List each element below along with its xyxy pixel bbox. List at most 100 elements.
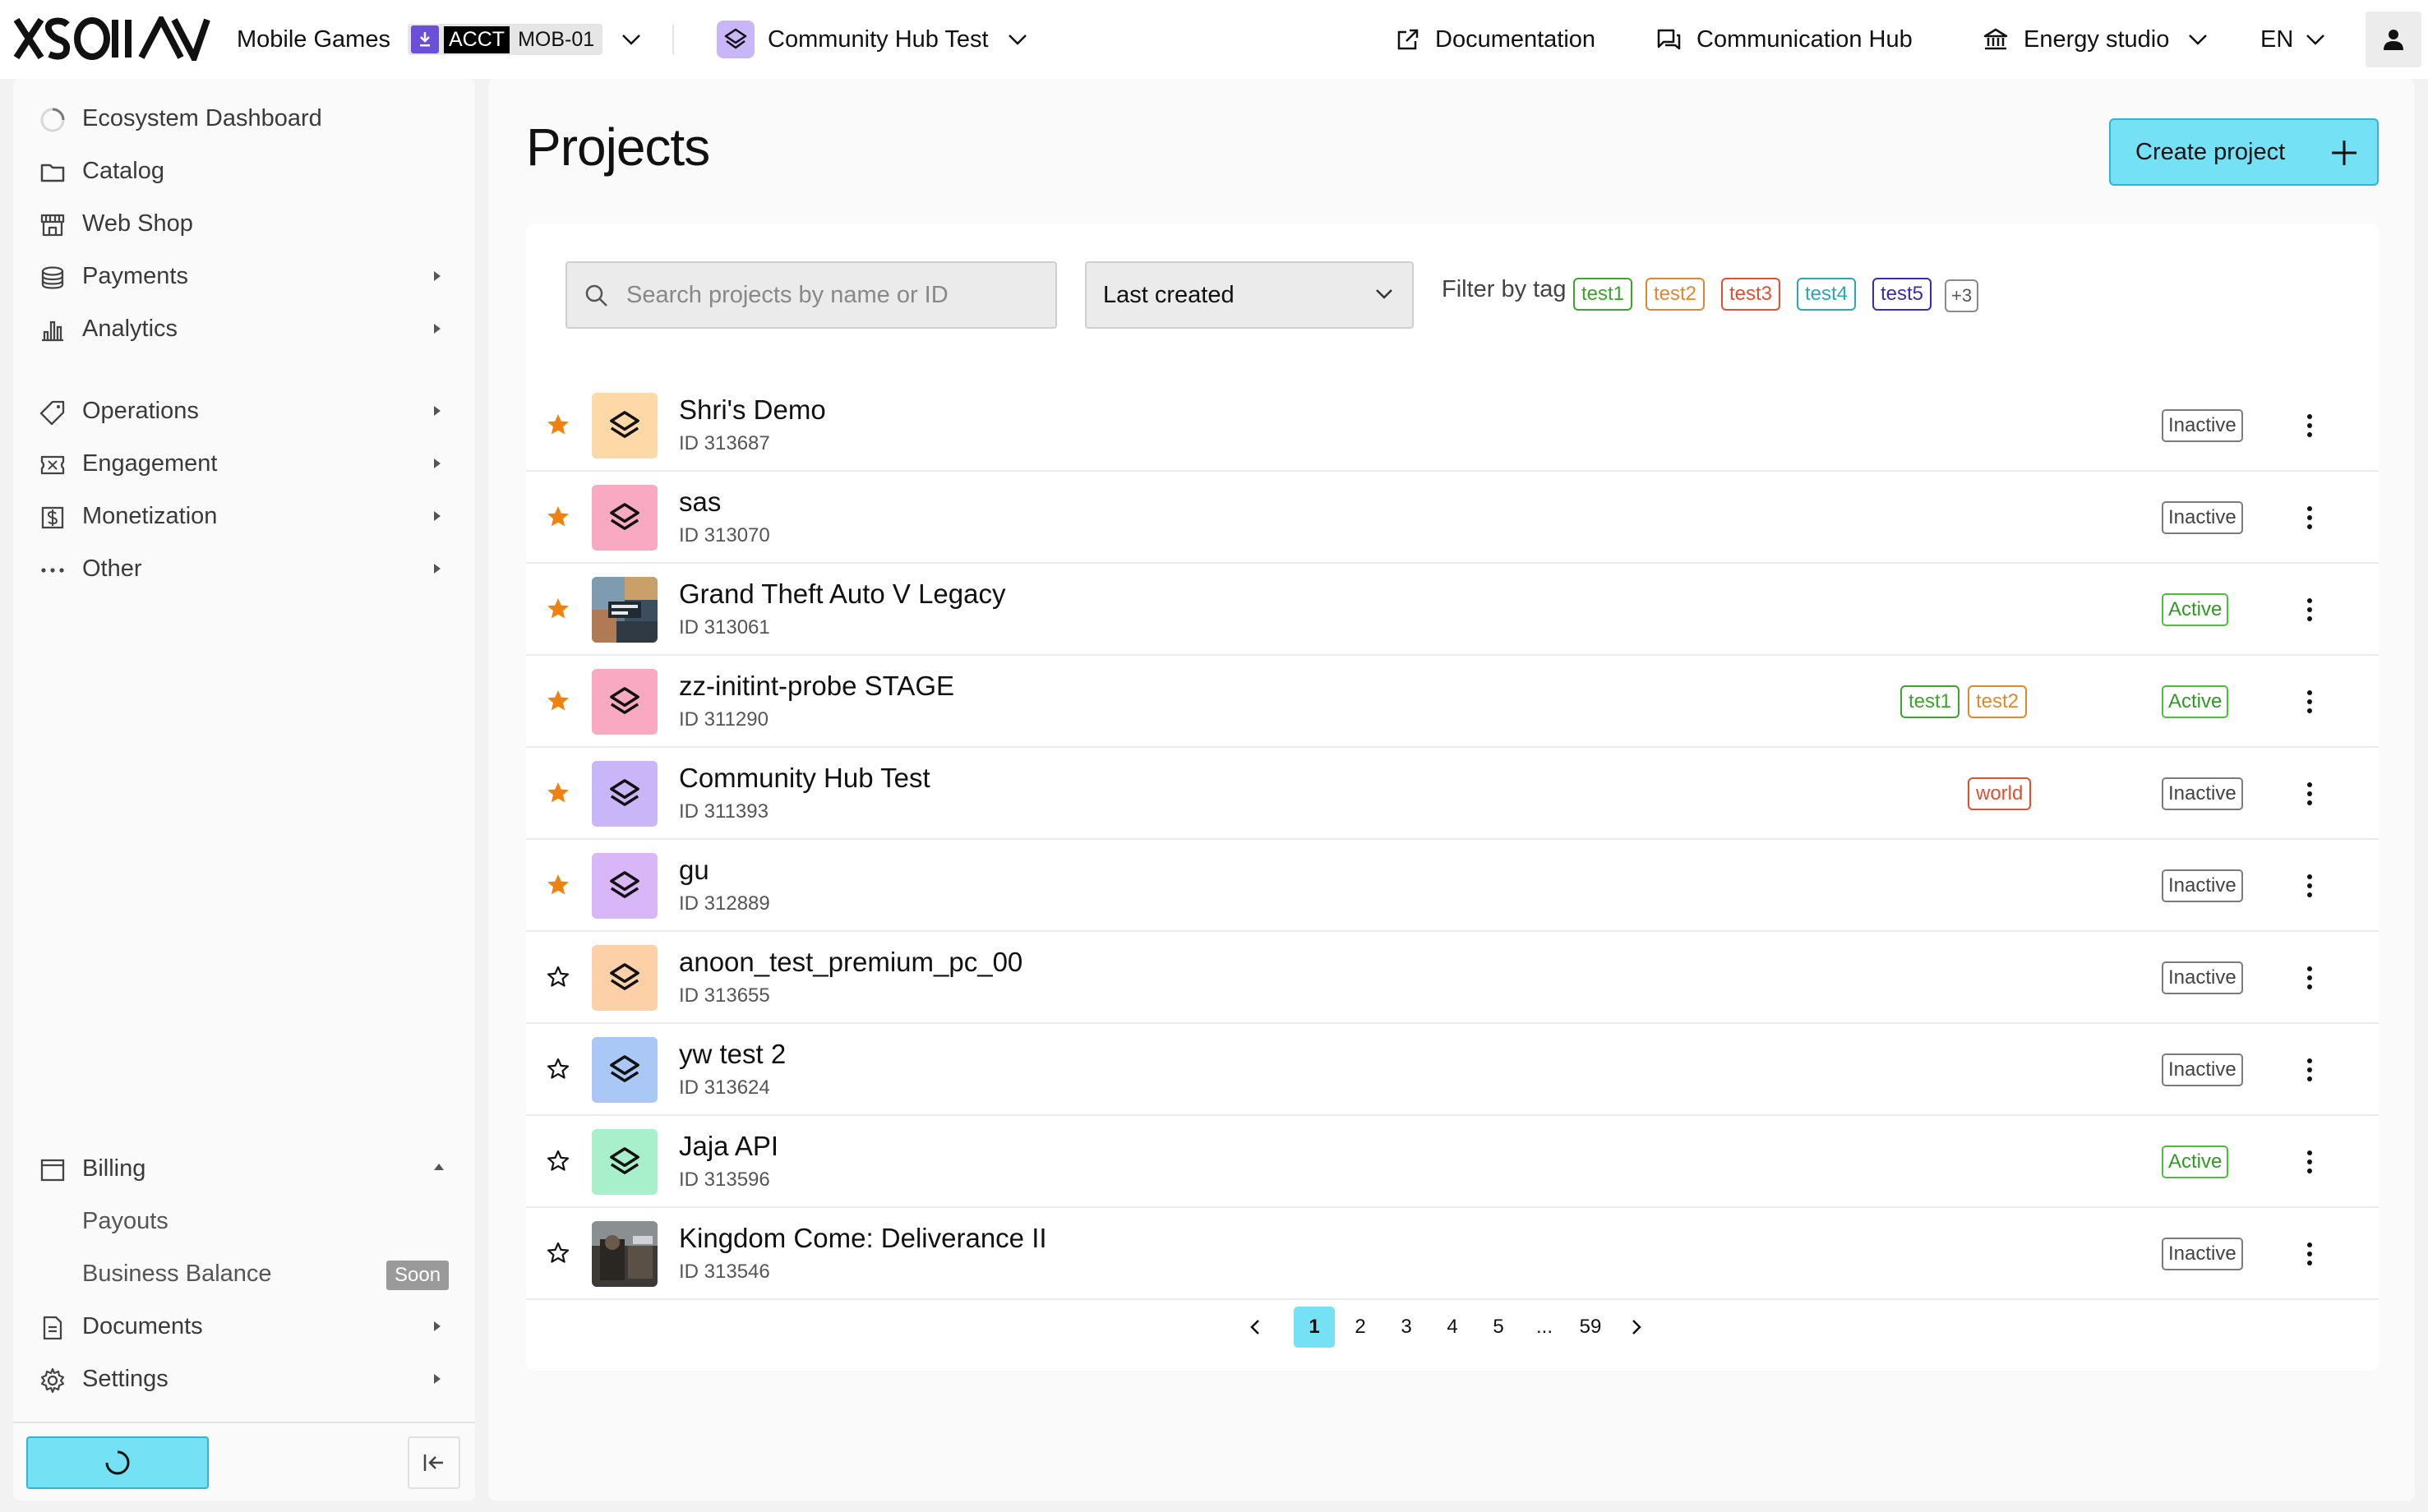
star-outline-icon[interactable] — [546, 965, 570, 989]
project-selector[interactable]: Community Hub Test — [717, 0, 1028, 79]
external-link-icon — [1396, 27, 1420, 52]
project-name: Community Hub Test — [768, 25, 989, 53]
sidebar-item-other[interactable]: Other — [13, 544, 475, 593]
caret-right-icon — [432, 562, 442, 575]
filter-tag-test2[interactable]: test2 — [1646, 278, 1706, 311]
sidebar-item-analytics[interactable]: Analytics — [13, 304, 475, 353]
filter-tag-test4[interactable]: test4 — [1797, 278, 1857, 311]
prev-page-button[interactable] — [1235, 1307, 1276, 1348]
project-name[interactable]: yw test 2 — [679, 1039, 786, 1070]
project-name[interactable]: Kingdom Come: Deliverance II — [679, 1223, 1047, 1254]
sidebar-item-documents[interactable]: Documents — [13, 1302, 475, 1351]
project-name[interactable]: Jaja API — [679, 1131, 778, 1162]
user-menu-button[interactable] — [2366, 12, 2421, 67]
sidebar-item-monetization[interactable]: Monetization — [13, 491, 475, 541]
project-id: ID 313070 — [679, 524, 770, 546]
sidebar-item-settings[interactable]: Settings — [13, 1354, 475, 1404]
kebab-menu-icon[interactable] — [2300, 1146, 2320, 1178]
collapse-sidebar-button[interactable] — [408, 1436, 460, 1489]
filter-tag-test1[interactable]: test1 — [1573, 278, 1633, 311]
star-outline-icon[interactable] — [546, 1057, 570, 1081]
star-filled-icon[interactable] — [546, 781, 570, 805]
project-row[interactable]: Jaja API ID 313596 Active — [526, 1116, 2379, 1208]
caret-right-icon — [432, 509, 442, 523]
project-id: ID 313596 — [679, 1169, 770, 1191]
sidebar-item-operations[interactable]: Operations — [13, 386, 475, 436]
main-content: Projects Create project Last created Fil… — [488, 79, 2415, 1500]
sidebar-item-catalog[interactable]: Catalog — [13, 146, 475, 196]
account-selector[interactable]: ACCT MOB-01 — [408, 0, 642, 79]
filter-tag-test3[interactable]: test3 — [1721, 278, 1781, 311]
documentation-link[interactable]: Documentation — [1396, 0, 1595, 79]
studio-selector[interactable]: Energy studio — [1983, 0, 2209, 79]
create-project-button[interactable]: Create project — [2109, 118, 2379, 186]
sidebar-item-label: Payments — [82, 262, 188, 289]
soon-badge: Soon — [386, 1261, 450, 1290]
page-button-3[interactable]: 3 — [1386, 1307, 1427, 1348]
filter-tag-test5[interactable]: test5 — [1872, 278, 1932, 311]
kebab-menu-icon[interactable] — [2300, 961, 2320, 994]
kebab-menu-icon[interactable] — [2300, 869, 2320, 902]
sidebar-item-label: Catalog — [82, 157, 164, 184]
project-name[interactable]: anoon_test_premium_pc_00 — [679, 947, 1022, 978]
project-row[interactable]: gu ID 312889 Inactive — [526, 840, 2379, 932]
sidebar-item-payments[interactable]: Payments — [13, 251, 475, 301]
sort-select[interactable]: Last created — [1085, 261, 1414, 329]
project-row[interactable]: Grand Theft Auto V Legacy ID 313061 Acti… — [526, 564, 2379, 656]
kebab-menu-icon[interactable] — [2300, 777, 2320, 810]
project-name[interactable]: zz-initint-probe STAGE — [679, 671, 954, 702]
star-filled-icon[interactable] — [546, 505, 570, 529]
project-name[interactable]: Shri's Demo — [679, 394, 826, 426]
star-filled-icon[interactable] — [546, 413, 570, 437]
next-page-button[interactable] — [1616, 1307, 1657, 1348]
sidebar-item-label: Monetization — [82, 502, 218, 529]
communication-hub-link[interactable]: Communication Hub — [1655, 0, 1913, 79]
account-id: MOB-01 — [518, 27, 595, 51]
sidebar-item-billing[interactable]: Billing — [13, 1144, 475, 1193]
kebab-menu-icon[interactable] — [2300, 409, 2320, 442]
project-thumbnail — [592, 761, 658, 827]
project-row[interactable]: anoon_test_premium_pc_00 ID 313655 Inact… — [526, 932, 2379, 1024]
star-outline-icon[interactable] — [546, 1149, 570, 1173]
project-row[interactable]: Community Hub Test ID 311393 world Inact… — [526, 748, 2379, 840]
project-name[interactable]: gu — [679, 855, 709, 886]
project-row[interactable]: Kingdom Come: Deliverance II ID 313546 I… — [526, 1208, 2379, 1300]
page-button-1[interactable]: 1 — [1294, 1307, 1335, 1348]
chevron-left-icon — [1250, 1320, 1259, 1335]
page-button-5[interactable]: 5 — [1478, 1307, 1519, 1348]
caret-right-icon — [432, 1320, 442, 1333]
kebab-menu-icon[interactable] — [2300, 1053, 2320, 1086]
kebab-menu-icon[interactable] — [2300, 501, 2320, 534]
kebab-menu-icon[interactable] — [2300, 685, 2320, 718]
project-row[interactable]: yw test 2 ID 313624 Inactive — [526, 1024, 2379, 1116]
project-row[interactable]: sas ID 313070 Inactive — [526, 472, 2379, 564]
kebab-menu-icon[interactable] — [2300, 593, 2320, 626]
star-filled-icon[interactable] — [546, 873, 570, 897]
star-filled-icon[interactable] — [546, 597, 570, 621]
page-button-last[interactable]: 59 — [1570, 1307, 1611, 1348]
loading-button[interactable] — [26, 1436, 209, 1489]
filter-tag-more[interactable]: +3 — [1945, 279, 1979, 312]
sidebar-subitem-business-balance[interactable]: Business Balance Soon — [13, 1249, 475, 1298]
sidebar-item-engagement[interactable]: Engagement — [13, 439, 475, 488]
kebab-menu-icon[interactable] — [2300, 1238, 2320, 1270]
project-name[interactable]: Community Hub Test — [679, 763, 930, 794]
xsolla-logo[interactable] — [13, 16, 210, 61]
project-name[interactable]: Grand Theft Auto V Legacy — [679, 579, 1005, 610]
sidebar-item-ecosystem-dashboard[interactable]: Ecosystem Dashboard — [13, 94, 475, 143]
company-name[interactable]: Mobile Games — [237, 0, 390, 79]
page-button-4[interactable]: 4 — [1432, 1307, 1473, 1348]
sidebar-subitem-payouts[interactable]: Payouts — [13, 1196, 475, 1246]
project-row[interactable]: Shri's Demo ID 313687 Inactive — [526, 380, 2379, 472]
language-selector[interactable]: EN — [2260, 0, 2326, 79]
star-filled-icon[interactable] — [546, 689, 570, 713]
sidebar-item-web-shop[interactable]: Web Shop — [13, 199, 475, 248]
project-thumbnail — [592, 485, 658, 551]
project-name[interactable]: sas — [679, 486, 721, 518]
star-outline-icon[interactable] — [546, 1241, 570, 1265]
caret-right-icon — [432, 1372, 442, 1385]
project-thumbnail — [592, 853, 658, 919]
project-row[interactable]: zz-initint-probe STAGE ID 311290 test1 t… — [526, 656, 2379, 748]
search-input[interactable] — [626, 263, 1037, 327]
page-button-2[interactable]: 2 — [1340, 1307, 1381, 1348]
